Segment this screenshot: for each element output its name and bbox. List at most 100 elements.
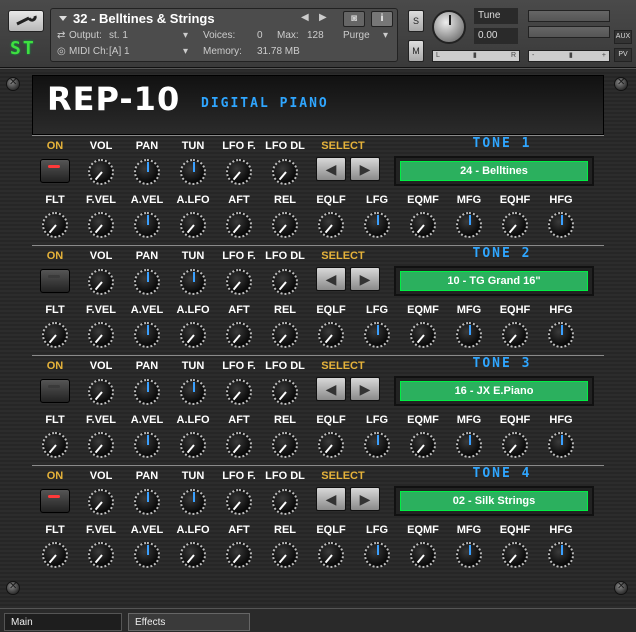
tun-knob[interactable] xyxy=(180,159,206,185)
tone-on-button[interactable] xyxy=(40,379,70,403)
eqlf-knob[interactable] xyxy=(318,212,344,238)
midi-channel-value[interactable]: [A] 1 xyxy=(109,46,130,57)
eqmf-knob[interactable] xyxy=(410,212,436,238)
a-lfo-knob[interactable] xyxy=(180,542,206,568)
pan-slider[interactable]: L ▮ R xyxy=(432,50,520,62)
select-next-button[interactable]: ▶ xyxy=(350,157,380,181)
chevron-down-icon[interactable] xyxy=(59,16,67,21)
vol-knob[interactable] xyxy=(88,379,114,405)
eqlf-knob[interactable] xyxy=(318,432,344,458)
lfo-f-knob[interactable] xyxy=(226,269,252,295)
aft-knob[interactable] xyxy=(226,212,252,238)
lfo-dl-knob[interactable] xyxy=(272,159,298,185)
wrench-icon[interactable] xyxy=(8,10,44,32)
preset-name[interactable]: 10 - TG Grand 16" xyxy=(400,271,588,291)
eqhf-knob[interactable] xyxy=(502,432,528,458)
output-dropdown-icon[interactable]: ▾ xyxy=(183,30,188,41)
tab-effects[interactable]: Effects xyxy=(128,613,250,631)
mfg-knob[interactable] xyxy=(456,212,482,238)
next-instrument-icon[interactable]: ▶ xyxy=(319,12,327,23)
tun-knob[interactable] xyxy=(180,489,206,515)
lfg-knob[interactable] xyxy=(364,212,390,238)
pan-knob[interactable] xyxy=(134,269,160,295)
aft-knob[interactable] xyxy=(226,542,252,568)
select-prev-button[interactable]: ◀ xyxy=(316,267,346,291)
aft-knob[interactable] xyxy=(226,322,252,348)
vol-knob[interactable] xyxy=(88,269,114,295)
eqmf-knob[interactable] xyxy=(410,542,436,568)
select-prev-button[interactable]: ◀ xyxy=(316,377,346,401)
midi-dropdown-icon[interactable]: ▾ xyxy=(183,46,188,57)
pan-handle-icon[interactable]: ▮ xyxy=(473,51,477,61)
aft-knob[interactable] xyxy=(226,432,252,458)
vol-knob[interactable] xyxy=(88,159,114,185)
hfg-knob[interactable] xyxy=(548,432,574,458)
tun-knob[interactable] xyxy=(180,269,206,295)
select-next-button[interactable]: ▶ xyxy=(350,487,380,511)
aux-button[interactable]: AUX xyxy=(614,30,632,44)
lfo-f-knob[interactable] xyxy=(226,159,252,185)
purge-button[interactable]: Purge xyxy=(343,30,370,41)
pan-knob[interactable] xyxy=(134,379,160,405)
tone-on-button[interactable] xyxy=(40,159,70,183)
tune-value[interactable]: 0.00 xyxy=(474,28,518,44)
lfg-knob[interactable] xyxy=(364,322,390,348)
lfo-f-knob[interactable] xyxy=(226,489,252,515)
rel-knob[interactable] xyxy=(272,542,298,568)
lfg-knob[interactable] xyxy=(364,542,390,568)
output-value[interactable]: st. 1 xyxy=(109,30,128,41)
solo-button[interactable]: S xyxy=(408,10,424,32)
pv-button[interactable]: PV xyxy=(614,48,632,62)
pan-knob[interactable] xyxy=(134,489,160,515)
lfo-dl-knob[interactable] xyxy=(272,489,298,515)
mfg-knob[interactable] xyxy=(456,322,482,348)
instrument-name[interactable]: 32 - Belltines & Strings xyxy=(73,10,215,28)
volume-handle-icon[interactable]: ▮ xyxy=(569,51,573,61)
mfg-knob[interactable] xyxy=(456,432,482,458)
info-icon[interactable]: i xyxy=(371,11,393,27)
mfg-knob[interactable] xyxy=(456,542,482,568)
lfo-dl-knob[interactable] xyxy=(272,379,298,405)
tone-on-button[interactable] xyxy=(40,489,70,513)
preset-name[interactable]: 24 - Belltines xyxy=(400,161,588,181)
vol-knob[interactable] xyxy=(88,489,114,515)
preset-name[interactable]: 16 - JX E.Piano xyxy=(400,381,588,401)
a-lfo-knob[interactable] xyxy=(180,212,206,238)
rel-knob[interactable] xyxy=(272,322,298,348)
a-vel-knob[interactable] xyxy=(134,542,160,568)
eqhf-knob[interactable] xyxy=(502,212,528,238)
flt-knob[interactable] xyxy=(42,432,68,458)
f-vel-knob[interactable] xyxy=(88,542,114,568)
a-vel-knob[interactable] xyxy=(134,322,160,348)
pan-knob[interactable] xyxy=(134,159,160,185)
eqlf-knob[interactable] xyxy=(318,542,344,568)
select-prev-button[interactable]: ◀ xyxy=(316,487,346,511)
f-vel-knob[interactable] xyxy=(88,212,114,238)
select-next-button[interactable]: ▶ xyxy=(350,267,380,291)
hfg-knob[interactable] xyxy=(548,542,574,568)
f-vel-knob[interactable] xyxy=(88,432,114,458)
a-vel-knob[interactable] xyxy=(134,212,160,238)
flt-knob[interactable] xyxy=(42,212,68,238)
lfo-dl-knob[interactable] xyxy=(272,269,298,295)
select-prev-button[interactable]: ◀ xyxy=(316,157,346,181)
purge-dropdown-icon[interactable]: ▾ xyxy=(383,30,388,41)
tone-on-button[interactable] xyxy=(40,269,70,293)
volume-slider[interactable]: - ▮ + xyxy=(528,50,610,62)
preset-name[interactable]: 02 - Silk Strings xyxy=(400,491,588,511)
eqhf-knob[interactable] xyxy=(502,322,528,348)
hfg-knob[interactable] xyxy=(548,322,574,348)
eqmf-knob[interactable] xyxy=(410,322,436,348)
f-vel-knob[interactable] xyxy=(88,322,114,348)
tune-knob[interactable] xyxy=(432,10,466,44)
eqmf-knob[interactable] xyxy=(410,432,436,458)
eqlf-knob[interactable] xyxy=(318,322,344,348)
tun-knob[interactable] xyxy=(180,379,206,405)
lfo-f-knob[interactable] xyxy=(226,379,252,405)
hfg-knob[interactable] xyxy=(548,212,574,238)
rel-knob[interactable] xyxy=(272,212,298,238)
a-lfo-knob[interactable] xyxy=(180,432,206,458)
lfg-knob[interactable] xyxy=(364,432,390,458)
prev-instrument-icon[interactable]: ◀ xyxy=(301,12,309,23)
max-voices-value[interactable]: 128 xyxy=(307,30,324,41)
